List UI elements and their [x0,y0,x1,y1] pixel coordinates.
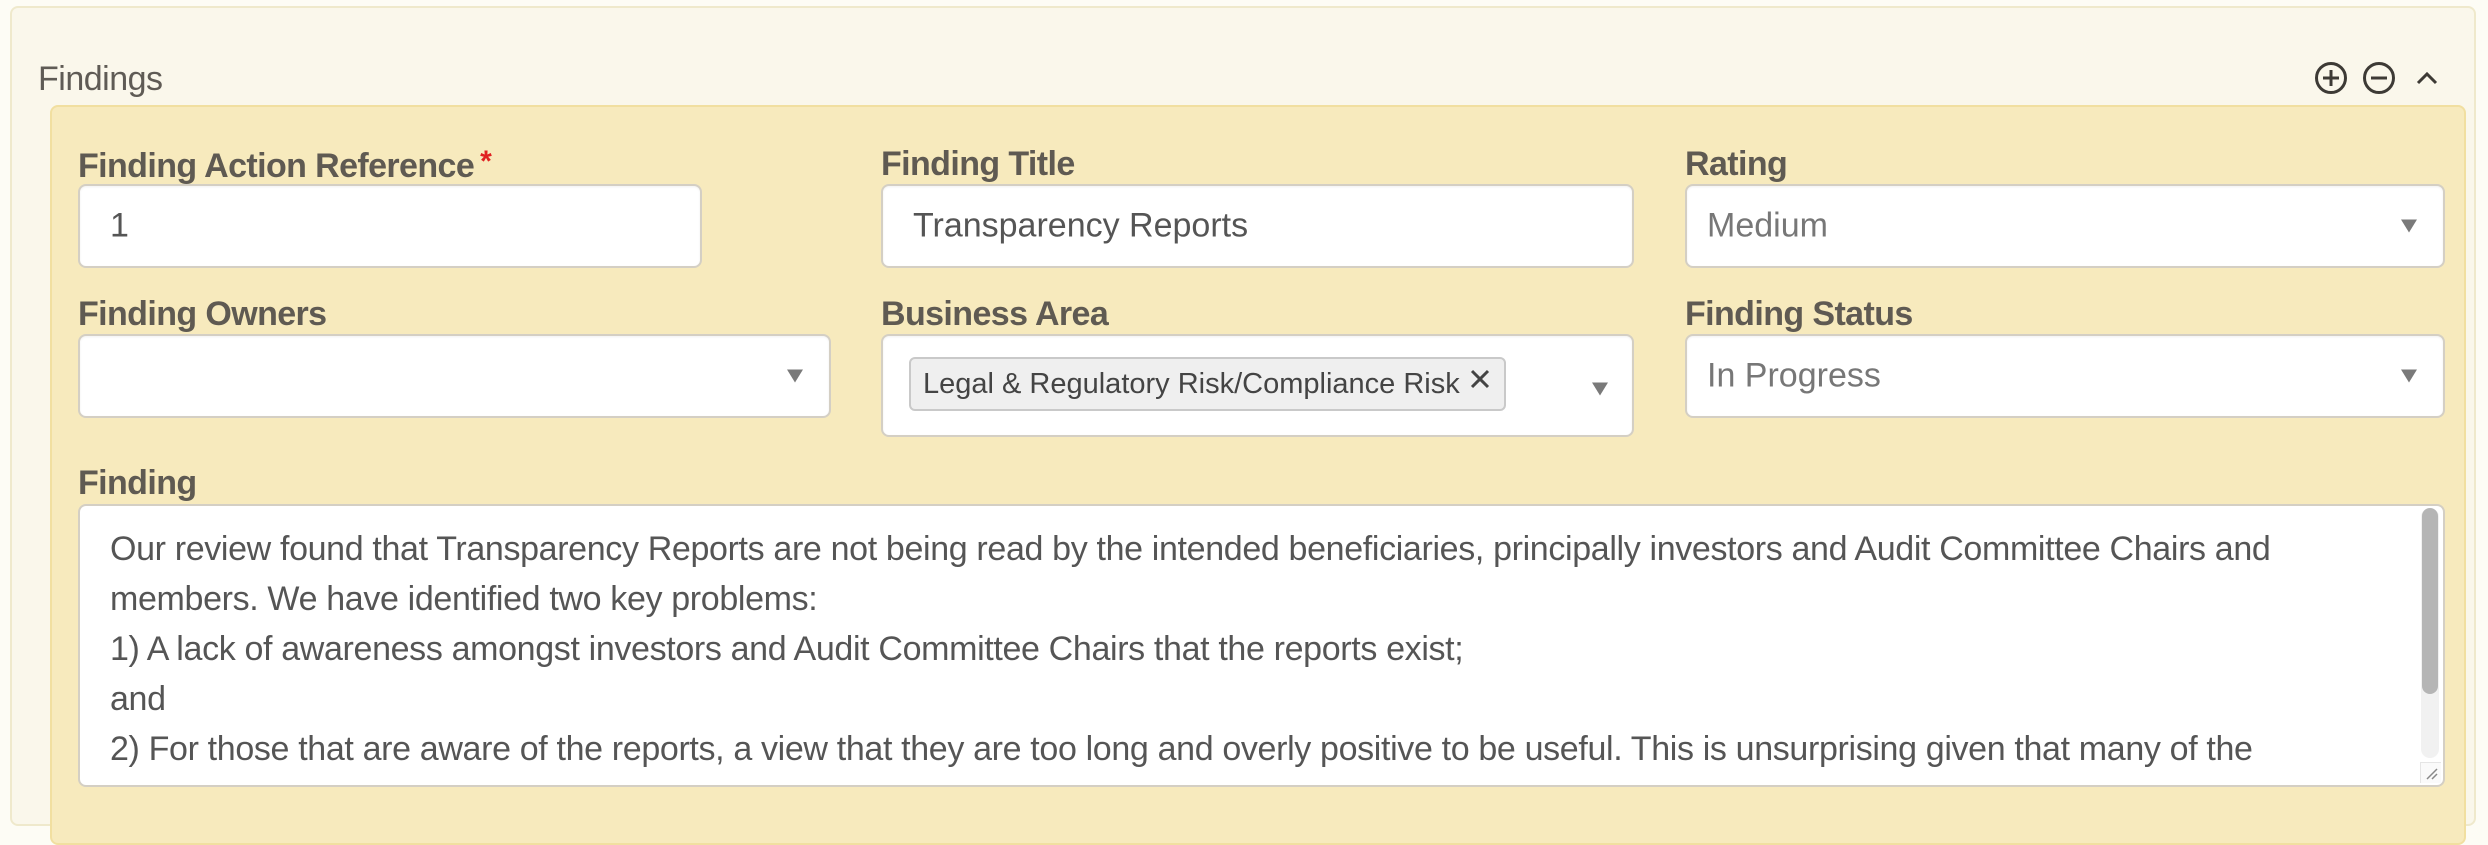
resize-grip-icon [2426,768,2438,780]
resize-handle[interactable] [2420,762,2441,783]
finding-owners-label: Finding Owners [78,295,327,333]
chevron-down-icon [2401,369,2417,383]
chevron-down-icon [1592,382,1608,396]
finding-title-value: Transparency Reports [913,206,1249,245]
minus-circle-icon [2363,62,2395,94]
action-reference-value: 1 [110,206,129,245]
finding-owners-select[interactable] [78,334,831,418]
finding-text: Our review found that Transparency Repor… [110,530,2271,768]
rating-value: Medium [1707,206,1828,245]
finding-title-label: Finding Title [881,145,1075,183]
business-area-tag: Legal & Regulatory Risk/Compliance Risk [909,357,1506,411]
finding-status-value: In Progress [1707,356,1881,395]
finding-status-select[interactable]: In Progress [1685,334,2445,418]
business-area-label: Business Area [881,295,1109,333]
close-icon[interactable] [1466,365,1494,393]
action-reference-label-text: Finding Action Reference [78,147,475,185]
action-reference-input[interactable]: 1 [78,184,702,268]
plus-circle-icon [2315,62,2347,94]
action-reference-label: Finding Action Reference * [78,145,492,186]
remove-finding-button[interactable] [2361,60,2397,96]
add-finding-button[interactable] [2313,60,2349,96]
findings-section: Findings Finding Action Reference * 1 Fi… [10,6,2476,845]
finding-title-input[interactable]: Transparency Reports [881,184,1634,268]
chevron-up-icon [2416,71,2438,85]
finding-card: Finding Action Reference * 1 Finding Titl… [50,105,2466,845]
finding-label: Finding [78,464,197,502]
finding-textarea[interactable]: Our review found that Transparency Repor… [78,504,2445,787]
finding-status-label: Finding Status [1685,295,1913,333]
collapse-section-button[interactable] [2409,60,2445,96]
chevron-down-icon [2401,219,2417,233]
section-toolbar [2313,60,2445,96]
section-title: Findings [38,60,163,98]
scrollbar[interactable] [2421,508,2439,758]
business-area-tag-label: Legal & Regulatory Risk/Compliance Risk [923,367,1460,400]
chevron-down-icon [787,369,803,383]
business-area-multiselect[interactable]: Legal & Regulatory Risk/Compliance Risk [881,334,1634,437]
required-marker: * [480,145,492,178]
rating-label: Rating [1685,145,1788,183]
scrollbar-thumb[interactable] [2422,508,2438,694]
rating-select[interactable]: Medium [1685,184,2445,268]
